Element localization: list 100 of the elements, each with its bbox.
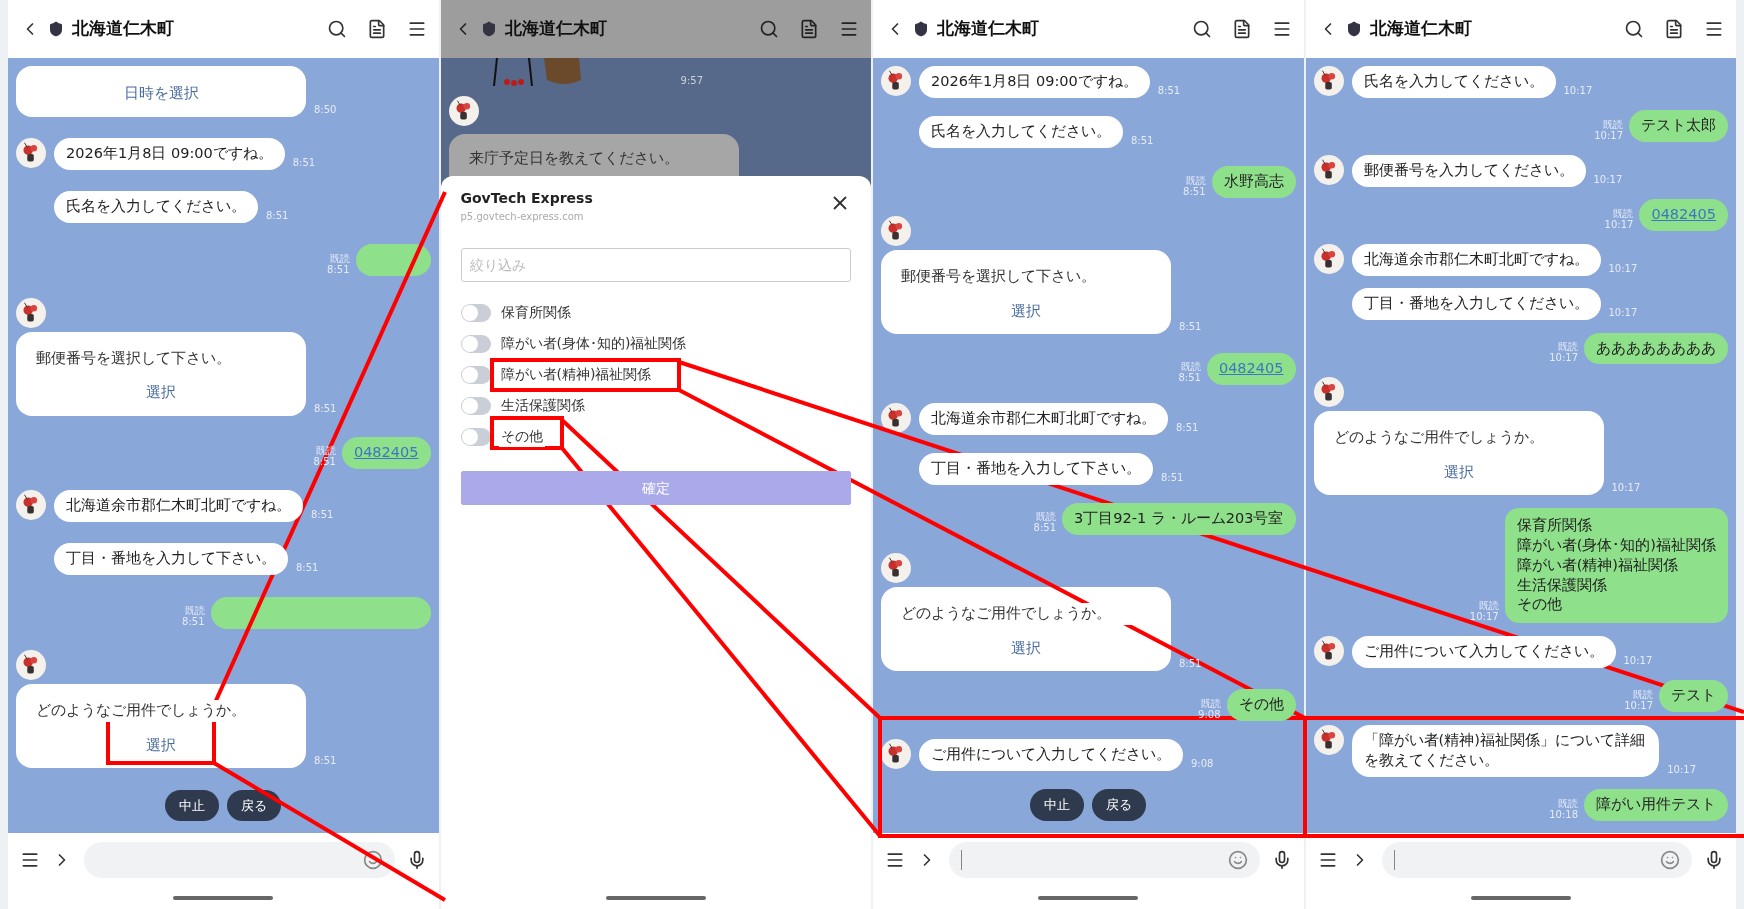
avatar-icon xyxy=(16,649,46,680)
avatar-icon xyxy=(1313,376,1344,407)
message-input[interactable] xyxy=(84,842,395,878)
read-label: 既読 xyxy=(1185,175,1206,186)
search-icon[interactable] xyxy=(1191,19,1212,39)
chat-title: 北海道仁木町 xyxy=(937,17,1039,41)
message-time: 8:51 xyxy=(1131,136,1154,148)
message-time: 10:17 xyxy=(1667,764,1696,777)
message-time: 8:51 xyxy=(266,210,289,223)
chat-title: 北海道仁木町 xyxy=(72,17,174,41)
message-time: 8:50 xyxy=(314,104,337,117)
emoji-icon[interactable] xyxy=(362,850,383,870)
user-message: 3丁目92-1 ラ・ルーム203号室 xyxy=(1062,502,1296,535)
toggle-switch[interactable] xyxy=(460,303,491,322)
bot-message: 丁目・番地を入力して下さい。 xyxy=(54,543,288,576)
option-label: その他 xyxy=(498,426,545,447)
read-label: 既読 xyxy=(1200,698,1221,709)
message-time: 9:57 xyxy=(680,74,703,88)
shield-icon xyxy=(480,21,497,37)
avatar-icon xyxy=(881,402,911,433)
search-icon[interactable] xyxy=(326,19,347,39)
chat-title: 北海道仁木町 xyxy=(504,17,607,41)
message-time: 10:18 xyxy=(1549,808,1578,821)
avatar-icon xyxy=(1313,635,1344,666)
message-time: 10:17 xyxy=(1593,174,1623,187)
message-time: 10:17 xyxy=(1623,655,1653,668)
user-message: テスト xyxy=(1659,680,1728,713)
message-time: 8:51 xyxy=(314,756,337,769)
message-time: 8:51 xyxy=(1179,659,1202,672)
message-time: 8:51 xyxy=(1183,185,1206,199)
read-label: 既読 xyxy=(1558,798,1578,809)
toggle-switch[interactable] xyxy=(460,365,491,384)
avatar-icon xyxy=(1313,724,1344,755)
avatar-icon xyxy=(1313,66,1344,96)
message-time: 10:17 xyxy=(1608,308,1638,321)
message-time: 8:51 xyxy=(182,616,205,629)
bot-message: 北海道余市郡仁木町北町ですね。 xyxy=(1351,243,1601,276)
bot-message: 2026年1月8日 09:00ですね。 xyxy=(54,137,285,170)
search-icon[interactable] xyxy=(759,19,779,39)
message-time: 8:51 xyxy=(296,563,319,576)
emoji-icon[interactable] xyxy=(1660,850,1680,870)
sheet-title: GovTech Express xyxy=(460,189,593,208)
message-time: 10:17 xyxy=(1549,351,1578,365)
bot-message: 丁目・番地を入力してください。 xyxy=(1351,288,1601,321)
notes-icon[interactable] xyxy=(1664,19,1684,39)
avatar-icon xyxy=(448,96,479,126)
avatar-icon xyxy=(1313,154,1344,185)
read-label: 既読 xyxy=(1558,341,1578,352)
user-message: ああああああああ xyxy=(1584,332,1728,365)
message-time: 8:51 xyxy=(311,510,334,523)
search-icon[interactable] xyxy=(1624,19,1644,39)
bot-message: 氏名を入力してください。 xyxy=(1351,66,1556,98)
menu-icon[interactable] xyxy=(885,850,905,870)
toggle-switch[interactable] xyxy=(460,427,491,446)
read-label: 既読 xyxy=(1603,119,1623,130)
message-time: 8:51 xyxy=(1176,422,1199,435)
user-message: テスト太郎 xyxy=(1629,110,1728,143)
avatar-icon xyxy=(881,552,911,583)
filter-field[interactable]: 絞り込み xyxy=(460,248,851,282)
confirm-button: 確定 xyxy=(460,471,851,505)
read-label: 既読 xyxy=(1633,689,1653,700)
menu-icon[interactable] xyxy=(1704,19,1724,39)
message-time: 10:17 xyxy=(1604,218,1634,232)
quick-reply-button[interactable]: 中止 xyxy=(1030,789,1085,821)
message-line: 障がい者(身体･知的)福祉関係 xyxy=(1516,535,1716,555)
toggle-switch[interactable] xyxy=(460,334,491,353)
message-time: 10:17 xyxy=(1608,263,1638,276)
sheet-url: p5.govtech-express.com xyxy=(460,210,585,224)
avatar-icon xyxy=(16,490,46,521)
mic-icon[interactable] xyxy=(1704,850,1724,870)
quick-reply-button[interactable]: 中止 xyxy=(165,789,220,821)
message-line: 保育所関係 xyxy=(1516,515,1593,535)
bot-message: 「障がい者(精神)福祉関係」について詳細を教えてください。 xyxy=(1351,724,1660,777)
shield-icon xyxy=(48,21,64,37)
bot-message: ご用件について入力してください。 xyxy=(919,739,1183,772)
notes-icon[interactable] xyxy=(799,19,819,39)
menu-icon[interactable] xyxy=(20,850,40,870)
user-message: 障がい用件テスト xyxy=(1584,789,1728,821)
read-label: 既読 xyxy=(1036,512,1057,523)
read-label: 既読 xyxy=(1613,208,1634,219)
message-time: 8:51 xyxy=(314,403,337,416)
message-time: 8:51 xyxy=(1179,322,1202,335)
toggle-switch[interactable] xyxy=(460,396,491,415)
avatar-icon xyxy=(1313,243,1344,274)
bot-message: 丁目・番地を入力して下さい。 xyxy=(919,452,1153,485)
avatar-icon xyxy=(16,137,46,168)
message-time: 8:51 xyxy=(1033,522,1057,535)
bot-message: 氏名を入力してください。 xyxy=(919,116,1123,148)
quick-reply-button[interactable]: 戻る xyxy=(1092,789,1147,821)
avatar-icon xyxy=(881,739,911,770)
quick-reply-button[interactable]: 戻る xyxy=(227,789,282,821)
menu-icon[interactable] xyxy=(839,19,859,39)
card-message: 来庁予定日を教えてください。 xyxy=(468,150,679,166)
message-input[interactable] xyxy=(1381,842,1692,878)
message-input[interactable] xyxy=(949,842,1260,878)
chat-title: 北海道仁木町 xyxy=(1369,17,1472,41)
avatar-icon xyxy=(16,297,46,328)
message-line: 障がい者(精神)福祉関係 xyxy=(1516,555,1679,575)
emoji-icon[interactable] xyxy=(1227,850,1248,870)
avatar-icon xyxy=(881,66,911,96)
